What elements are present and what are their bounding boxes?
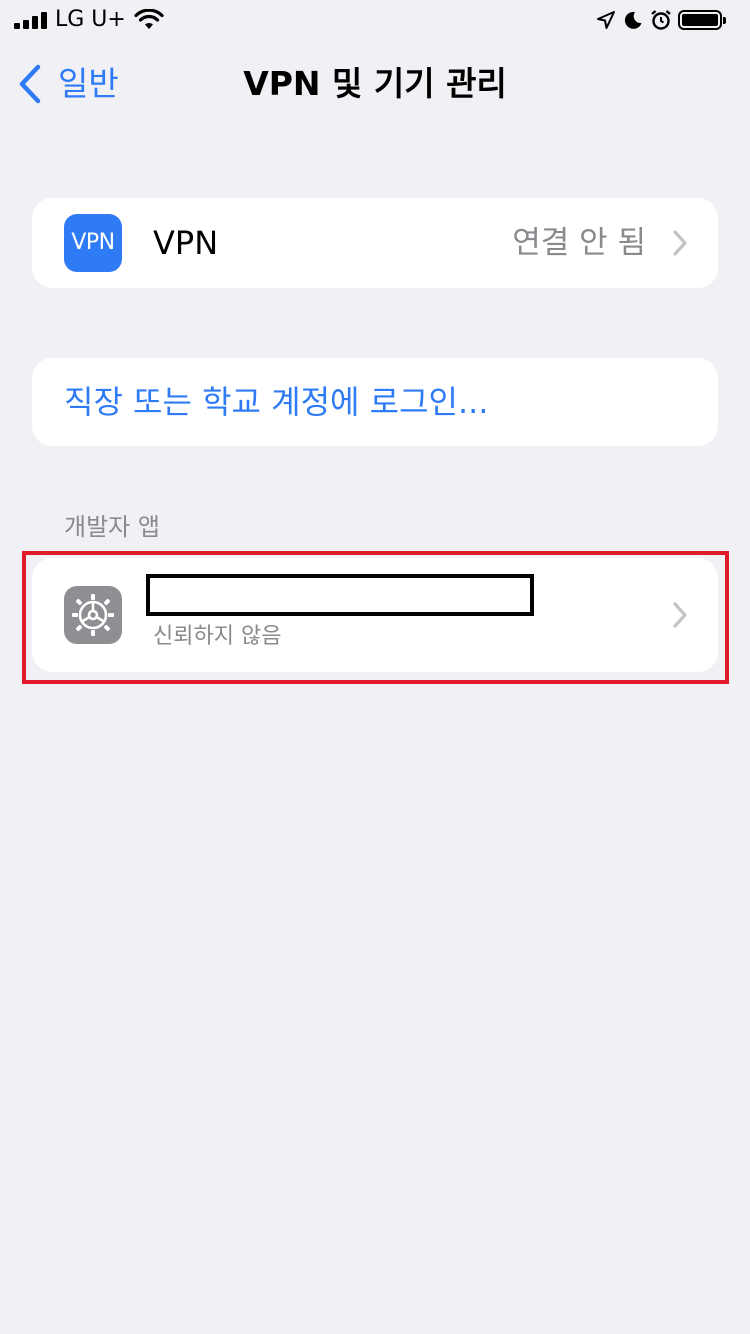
highlight-annotation [22,551,729,684]
work-school-login-link[interactable]: 직장 또는 학교 계정에 로그인... [64,358,488,446]
location-icon [597,11,615,29]
battery-icon [678,10,726,30]
vpn-status: 연결 안 됨 [512,225,646,261]
moon-icon [624,11,642,29]
vpn-label: VPN [153,224,219,262]
developer-app-section-header: 개발자 앱 [64,513,160,541]
work-school-login-row[interactable]: 직장 또는 학교 계정에 로그인... [32,358,718,446]
status-bar: LG U+ [0,0,750,40]
vpn-row[interactable]: VPN VPN 연결 안 됨 [32,198,718,288]
vpn-icon: VPN [64,214,122,272]
page-title: VPN 및 기기 관리 [243,64,507,103]
chevron-right-icon [673,230,687,256]
signal-icon [14,12,48,29]
carrier-label: LG U+ [55,7,126,32]
wifi-icon [134,9,164,29]
alarm-icon [651,10,671,30]
